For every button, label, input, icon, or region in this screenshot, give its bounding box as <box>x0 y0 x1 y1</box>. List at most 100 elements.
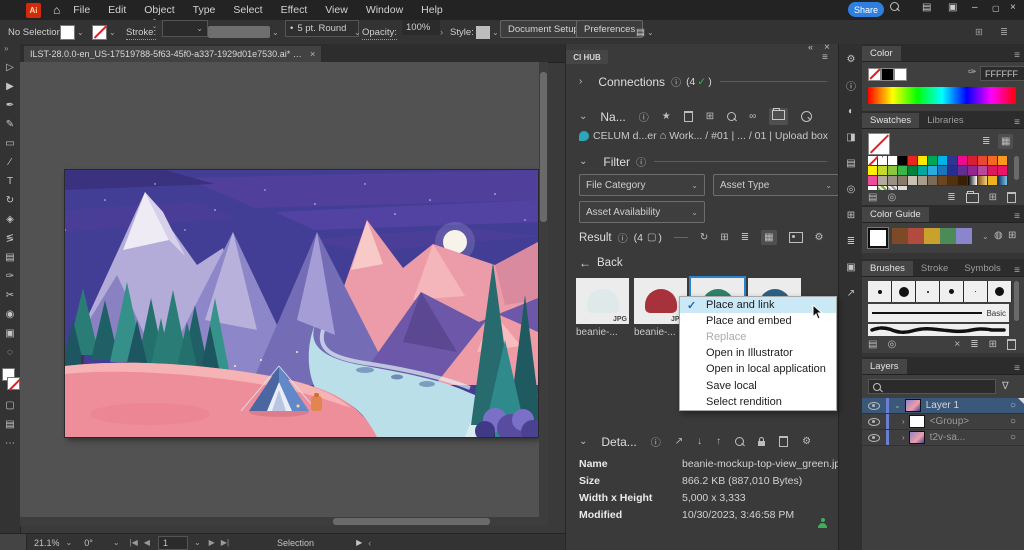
arrange-documents-icon[interactable]: ▤ <box>922 2 931 13</box>
harmony-color-swatch[interactable] <box>892 228 908 244</box>
brush-swatch[interactable] <box>892 281 916 302</box>
document-tab-close-icon[interactable]: × <box>310 49 315 59</box>
layer-row-group[interactable]: › <Group> ○ <box>862 414 1024 430</box>
tool-scissors-icon[interactable]: ✂ <box>0 286 20 305</box>
minimize-button[interactable]: – <box>972 2 978 13</box>
menu-item-select-rendition[interactable]: Select rendition <box>680 394 836 410</box>
dock-artboards-icon[interactable]: ◨ <box>841 130 861 144</box>
tool-selection-icon[interactable]: ▷ <box>0 58 20 77</box>
menu-view[interactable]: View <box>316 4 357 16</box>
edit-toolbar-icon[interactable]: ⋯ <box>0 434 20 453</box>
color-swatch[interactable]: + <box>878 156 888 166</box>
artboard[interactable] <box>65 170 538 437</box>
menu-select[interactable]: Select <box>224 4 271 16</box>
layer-name[interactable]: Layer 1 <box>926 400 959 411</box>
swatches-scrollbar[interactable] <box>1014 156 1019 180</box>
align-options-icon[interactable]: ≣ <box>1000 20 1008 44</box>
info-icon[interactable]: ⓘ <box>671 74 681 89</box>
dock-align-icon[interactable]: ≣ <box>841 234 861 248</box>
status-expand-icon[interactable]: ▶ <box>356 538 362 547</box>
draw-mode-icon[interactable]: ▢ <box>0 396 20 415</box>
document-tab[interactable]: ILST-28.0.0-en_US-17519788-5f63-45f0-a33… <box>24 46 321 62</box>
brush-options-icon[interactable]: ≣ <box>970 339 978 350</box>
harmony-rules-chevron-icon[interactable]: ⌄ <box>982 232 989 241</box>
style-swatch[interactable]: ⌄ <box>476 20 499 44</box>
horizontal-scrollbar[interactable] <box>20 517 539 526</box>
harmony-colors-strip[interactable] <box>892 228 972 244</box>
asset-type-dropdown[interactable]: Asset Type⌄ <box>713 174 839 196</box>
snap-options-icon[interactable]: ⊞ <box>975 20 983 44</box>
color-swatch[interactable] <box>968 166 978 176</box>
brush-libraries-icon[interactable]: ▤ <box>868 339 877 350</box>
menu-item-open-in-local-application[interactable]: Open in local application <box>680 361 836 377</box>
breadcrumb[interactable]: CELUM d...er ⌂ Work... / #01 | ... / 01 … <box>579 130 831 142</box>
brush-swatch[interactable] <box>916 281 940 302</box>
visibility-eye-icon[interactable] <box>868 418 880 426</box>
color-swatch[interactable] <box>988 166 998 176</box>
panel-menu-icon[interactable]: ≡ <box>1014 211 1020 222</box>
close-button[interactable]: × <box>1010 2 1016 13</box>
link-icon[interactable]: ∞ <box>749 111 756 122</box>
none-swatch-large[interactable] <box>868 133 890 155</box>
upload-icon[interactable]: ↑ <box>716 436 721 447</box>
asset-availability-dropdown[interactable]: Asset Availability⌄ <box>579 201 705 223</box>
stroke-swatch[interactable]: ⌄ <box>92 20 116 44</box>
dock-appearance-icon[interactable]: ◐ <box>841 104 861 118</box>
menu-item-open-in-illustrator[interactable]: Open in Illustrator <box>680 345 836 361</box>
color-spectrum-bar[interactable] <box>868 87 1016 104</box>
color-swatch[interactable] <box>918 156 928 166</box>
color-swatch[interactable] <box>968 176 978 186</box>
white-swatch[interactable] <box>894 68 907 81</box>
tab-ci-hub[interactable]: CI HUB <box>566 50 608 64</box>
fill-swatch[interactable]: ⌄ <box>60 20 84 44</box>
settings-gear-icon[interactable]: ⚙ <box>815 232 824 243</box>
color-swatch[interactable] <box>888 186 898 190</box>
panel-menu-icon[interactable]: ≡ <box>1014 265 1020 276</box>
color-swatch[interactable] <box>988 176 998 186</box>
visibility-eye-icon[interactable] <box>868 402 880 410</box>
list-view-icon[interactable]: ≣ <box>741 232 749 243</box>
opacity-label[interactable]: Opacity: <box>362 25 397 40</box>
color-swatch[interactable] <box>948 156 958 166</box>
file-category-dropdown[interactable]: File Category⌄ <box>579 174 705 196</box>
color-swatch[interactable] <box>958 176 968 186</box>
stroke-weight-field[interactable]: ⌄ <box>162 20 208 37</box>
brushes-scrollbar[interactable] <box>1014 281 1019 321</box>
tab-color-guide[interactable]: Color Guide <box>862 207 929 222</box>
info-icon[interactable]: ⓘ <box>651 434 661 449</box>
tab-swatches[interactable]: Swatches <box>862 113 919 128</box>
prev-artboard-icon[interactable]: ◀ <box>144 538 150 547</box>
panel-menu-icon[interactable]: ≡ <box>822 52 828 63</box>
filter-funnel-icon[interactable]: ∇ <box>1002 381 1009 392</box>
trash-icon[interactable] <box>1007 339 1016 350</box>
tab-stroke[interactable]: Stroke <box>913 261 956 276</box>
restore-button[interactable]: ▢ <box>992 4 1000 13</box>
zoom-level[interactable]: 21.1% <box>34 538 60 548</box>
target-circle-icon[interactable]: ○ <box>1010 432 1016 443</box>
brush-swatch[interactable] <box>940 281 964 302</box>
new-brush-icon[interactable]: ⊞ <box>989 339 997 350</box>
tab-layers[interactable]: Layers <box>862 359 907 374</box>
harmony-color-swatch[interactable] <box>908 228 924 244</box>
color-swatch[interactable] <box>918 166 928 176</box>
layer-name[interactable]: <Group> <box>930 416 969 427</box>
dock-info-icon[interactable]: ⓘ <box>841 78 861 92</box>
color-swatch[interactable] <box>988 156 998 166</box>
dock-arrange-icon[interactable]: ▣ <box>841 260 861 274</box>
harmony-color-swatch[interactable] <box>924 228 940 244</box>
document-setup-button[interactable]: Document Setup <box>500 20 587 38</box>
edit-colors-icon[interactable]: ⊞ <box>1008 230 1016 241</box>
panel-menu-icon[interactable]: ≡ <box>1014 117 1020 128</box>
color-swatch[interactable] <box>998 156 1008 166</box>
width-profile-preview[interactable]: ⌄ <box>208 20 279 44</box>
preview-zoom-icon[interactable] <box>735 437 744 446</box>
harmony-color-swatch[interactable] <box>940 228 956 244</box>
limit-colors-icon[interactable]: ◍ <box>994 230 1003 241</box>
menu-type[interactable]: Type <box>184 4 225 16</box>
harmony-color-swatch[interactable] <box>956 228 972 244</box>
home-icon[interactable]: ⌂ <box>660 130 667 142</box>
illustrator-logo-icon[interactable]: Ai <box>26 3 41 18</box>
screen-mode-icon[interactable]: ▤ <box>0 415 20 434</box>
color-swatch[interactable] <box>908 166 918 176</box>
folder-icon[interactable] <box>769 108 788 125</box>
